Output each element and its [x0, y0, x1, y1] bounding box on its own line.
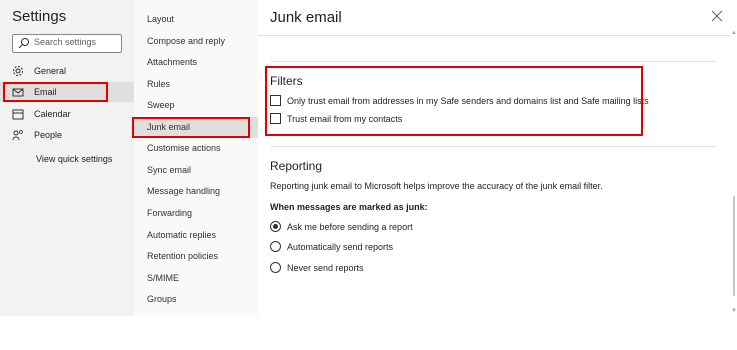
scroll-up-icon[interactable]: ▲: [731, 30, 737, 36]
submenu-item-sweep[interactable]: Sweep: [147, 100, 175, 110]
submenu-item-rules[interactable]: Rules: [147, 79, 170, 89]
submenu-item-message-handling[interactable]: Message handling: [147, 186, 220, 196]
radio-never-send-label: Never send reports: [287, 263, 364, 273]
radio-automatically-send-label: Automatically send reports: [287, 242, 394, 252]
highlight-box-junk-email: [132, 117, 250, 138]
submenu-item-compose-and-reply[interactable]: Compose and reply: [147, 36, 225, 46]
submenu-item-retention-policies[interactable]: Retention policies: [147, 251, 218, 261]
radio-ask-before-sending[interactable]: [270, 221, 281, 232]
nav-item-label: People: [34, 130, 63, 140]
people-icon: [12, 130, 23, 141]
search-input[interactable]: Search settings: [12, 34, 122, 53]
nav-item-people[interactable]: People: [12, 128, 122, 144]
radio-never-send[interactable]: [270, 262, 281, 273]
view-quick-settings-link[interactable]: View quick settings: [36, 154, 112, 164]
nav-item-general[interactable]: General: [12, 64, 122, 80]
section-divider: [270, 61, 716, 62]
submenu-item-sync-email[interactable]: Sync email: [147, 165, 191, 175]
nav-item-label: General: [34, 66, 67, 76]
submenu-item-layout[interactable]: Layout: [147, 14, 174, 24]
settings-title: Settings: [12, 8, 67, 25]
nav-item-label: Calendar: [34, 109, 71, 119]
reporting-description: Reporting junk email to Microsoft helps …: [270, 181, 603, 191]
submenu-item-forwarding[interactable]: Forwarding: [147, 208, 192, 218]
nav-item-calendar[interactable]: Calendar: [12, 107, 122, 123]
submenu-item-customise-actions[interactable]: Customise actions: [147, 143, 221, 153]
gear-icon: [13, 66, 23, 76]
submenu-item-groups[interactable]: Groups: [147, 294, 177, 304]
reporting-question: When messages are marked as junk:: [270, 202, 428, 212]
submenu-item-automatic-replies[interactable]: Automatic replies: [147, 230, 216, 240]
close-icon[interactable]: [711, 10, 723, 22]
radio-automatically-send[interactable]: [270, 241, 281, 252]
scrollbar-thumb[interactable]: [733, 196, 735, 296]
scroll-down-icon[interactable]: ▼: [731, 308, 737, 314]
header-divider: [258, 35, 730, 36]
page-title: Junk email: [270, 9, 342, 26]
email-submenu: [134, 0, 258, 316]
highlight-box-email: [3, 82, 108, 102]
submenu-item-smime[interactable]: S/MIME: [147, 273, 179, 283]
highlight-box-filters: [265, 66, 643, 136]
reporting-heading: Reporting: [270, 159, 323, 173]
section-divider: [270, 146, 716, 147]
calendar-icon: [12, 109, 24, 120]
search-placeholder: Search settings: [34, 37, 97, 47]
submenu-item-attachments[interactable]: Attachments: [147, 57, 197, 67]
radio-ask-before-sending-label: Ask me before sending a report: [287, 222, 413, 232]
search-icon: [18, 38, 29, 49]
